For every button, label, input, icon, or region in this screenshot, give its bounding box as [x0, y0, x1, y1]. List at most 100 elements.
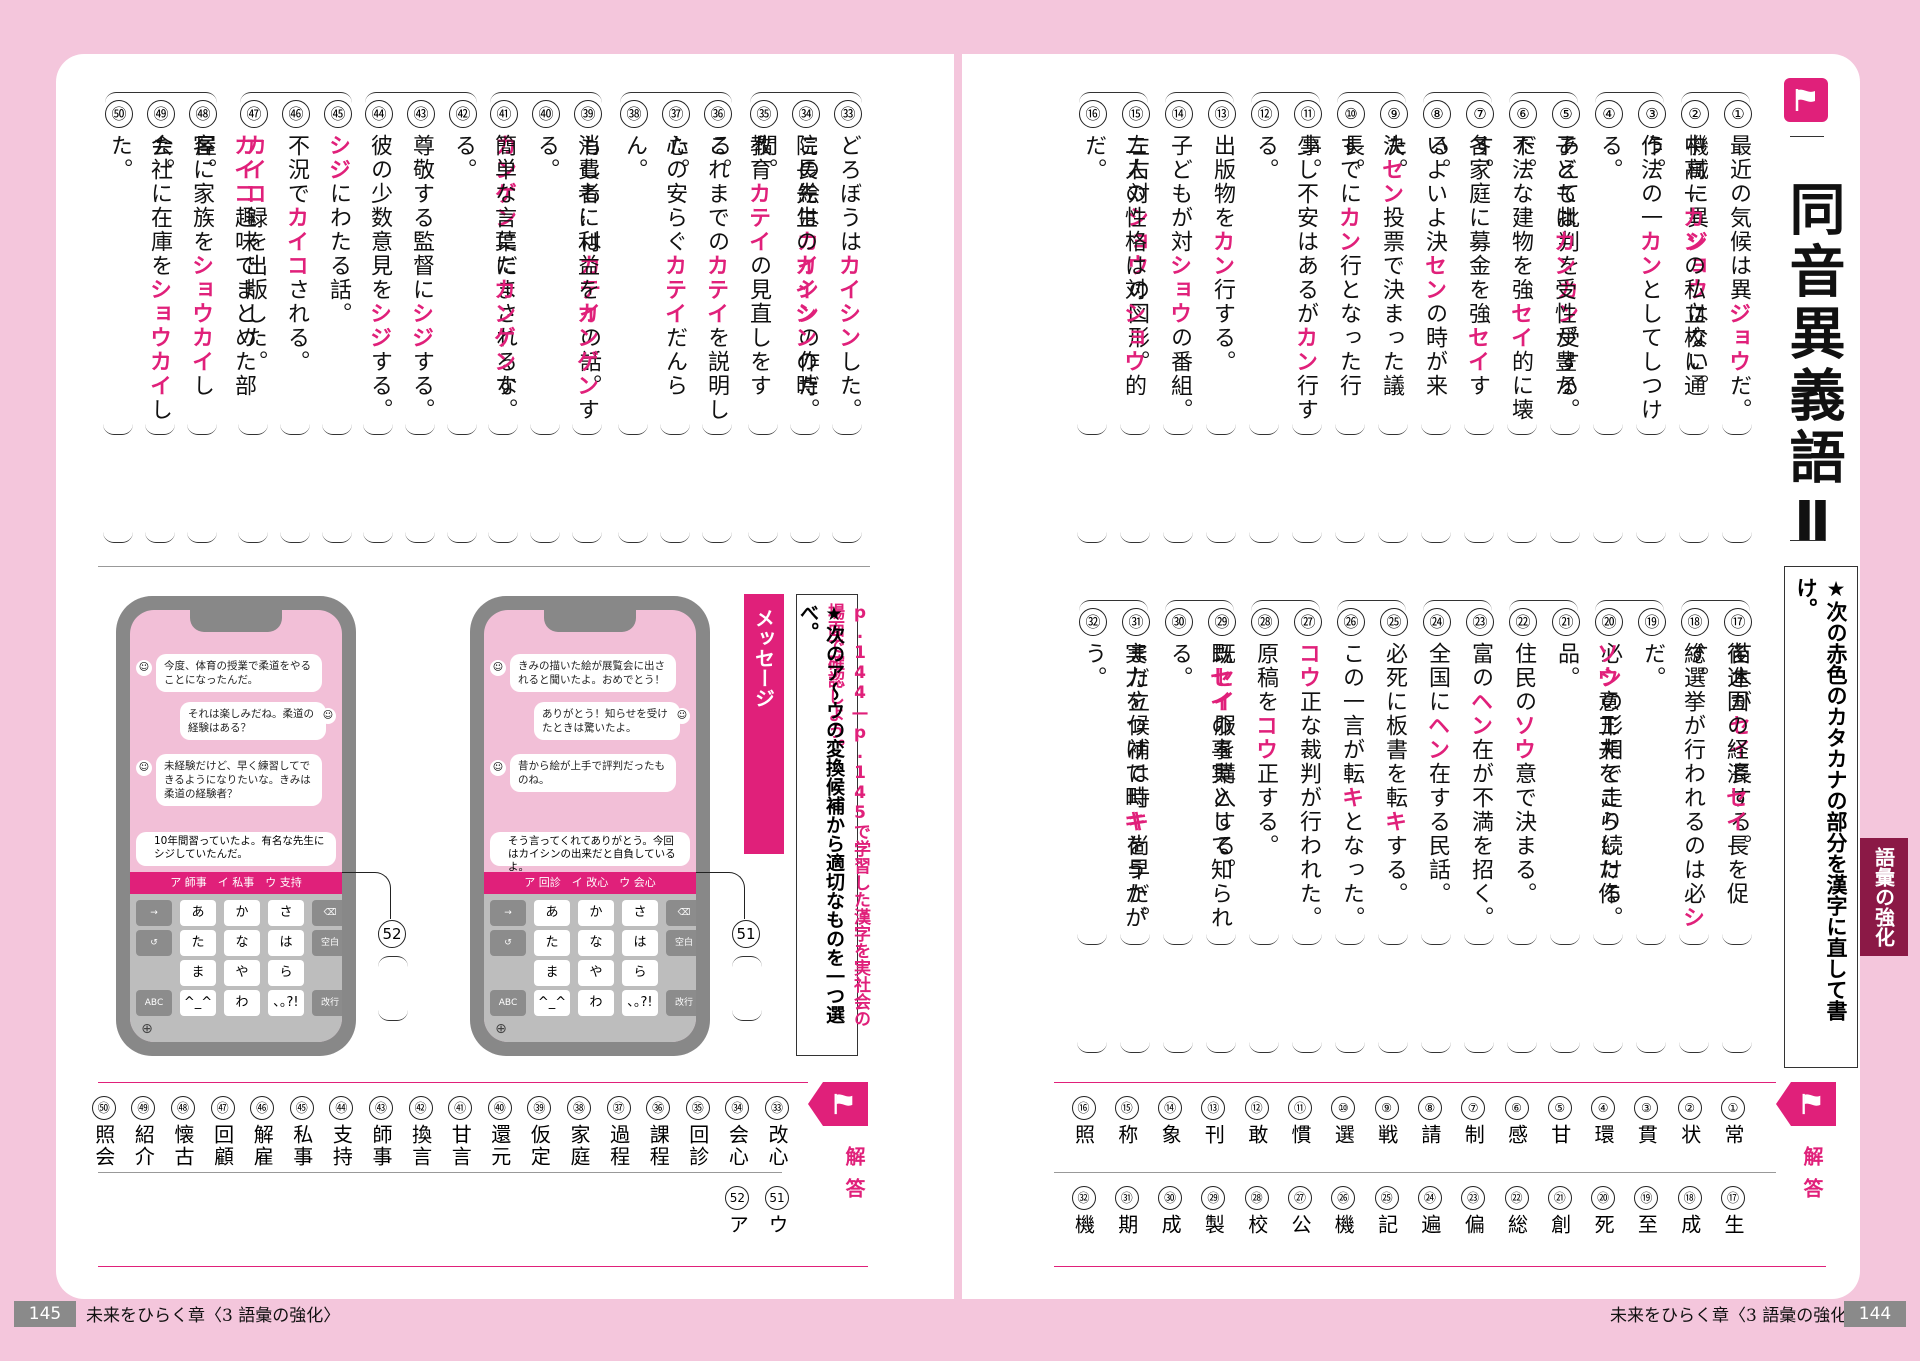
question-number: ⑳ — [1595, 608, 1623, 636]
answer: ㉚成 — [1151, 1186, 1189, 1236]
keyboard-key[interactable]: た — [180, 930, 216, 956]
keyboard-key[interactable]: あ — [180, 900, 216, 926]
message-input[interactable]: 10年間習っていたよ。有名な先生にシジしていたんだ。 — [136, 832, 336, 866]
answer-number: ㊱ — [646, 1096, 671, 1120]
keyboard-key[interactable]: ら — [268, 960, 304, 986]
keyboard-key[interactable]: 改行 — [312, 990, 342, 1016]
book-spread: 同音異義語Ⅱ ★次の赤色のカタカナの部分を漢字に直して書け。 語彙の強化 ① 最近… — [0, 0, 1920, 1361]
keyboard-key[interactable]: → — [136, 900, 172, 926]
keyboard-key[interactable]: ま — [534, 960, 570, 986]
keyboard-key[interactable]: ま — [180, 960, 216, 986]
answer-word: 換言 — [408, 1124, 433, 1168]
question-sentence: どろぼうはカイシンした。 — [835, 134, 861, 422]
keyboard-key[interactable]: さ — [268, 900, 304, 926]
answer-number: ⑨ — [1374, 1096, 1399, 1120]
keyboard-key[interactable]: は — [268, 930, 304, 956]
question-number: ⑲ — [1638, 608, 1666, 636]
katakana-target: カン — [1209, 230, 1235, 278]
keyboard-key[interactable]: 空白 — [666, 930, 696, 956]
question-number: ⑩ — [1337, 100, 1365, 128]
keyboard-key[interactable]: は — [622, 930, 658, 956]
question-sentence: 会社に在庫をショウカイした。 — [107, 134, 172, 422]
keyboard-key[interactable]: な — [224, 930, 260, 956]
answer-number: ⑬ — [1201, 1096, 1226, 1120]
answer-number: ㉚ — [1158, 1186, 1183, 1210]
keyboard-key[interactable]: ABC — [136, 990, 172, 1016]
message-input[interactable]: そう言ってくれてありがとう。今回はカイシンの出来だと自負しているよ。 — [490, 832, 690, 873]
katakana-target: セイ — [1464, 326, 1490, 374]
answer: ㉗公 — [1281, 1186, 1319, 1236]
katakana-target: ショウ — [1166, 254, 1192, 326]
keyboard-key[interactable]: ､｡?! — [622, 990, 658, 1016]
answer-word: 会心 — [725, 1124, 750, 1168]
keyboard-key[interactable]: ⊕ — [490, 1020, 512, 1038]
answer-word: 懐古 — [171, 1124, 195, 1168]
question-number: ㉓ — [1466, 608, 1494, 636]
face-icon: ☺ — [490, 660, 506, 676]
answer: ⑯照 — [1065, 1096, 1103, 1146]
face-icon: ☺ — [136, 760, 152, 776]
keyboard-key[interactable]: → — [490, 900, 526, 926]
keyboard-key[interactable]: ↺ — [490, 930, 526, 956]
katakana-target: カンゲン — [490, 278, 516, 374]
answer-blank[interactable] — [378, 956, 408, 967]
keyboard-key[interactable]: 空白 — [312, 930, 342, 956]
keyboard-key[interactable]: ら — [622, 960, 658, 986]
keyboard-key[interactable]: か — [224, 900, 260, 926]
question-number: ③ — [1638, 100, 1666, 128]
keyboard-key[interactable]: さ — [622, 900, 658, 926]
question-sentence: 住民のソウ意で決まる。 — [1510, 642, 1536, 906]
katakana-target: カンゲン — [573, 302, 599, 398]
katakana-target: キ — [1381, 810, 1407, 834]
answer-word: 製 — [1201, 1214, 1226, 1236]
answer-word: 支持 — [329, 1124, 354, 1168]
keyboard-key[interactable]: 改行 — [666, 990, 696, 1016]
keyboard-key[interactable]: ⌫ — [312, 900, 342, 926]
keyboard-key[interactable]: な — [578, 930, 614, 956]
page-title: 同音異義語Ⅱ — [1780, 180, 1845, 561]
answer-word: 校 — [1244, 1214, 1269, 1236]
keyboard-key[interactable]: あ — [534, 900, 570, 926]
keyboard-key[interactable]: わ — [578, 990, 614, 1016]
answer-rule-bottom-left — [98, 1266, 868, 1267]
question-sentence: 富のヘン在が不満を招く。 — [1467, 642, 1493, 930]
answer-word: 請 — [1417, 1124, 1442, 1146]
conversion-candidates[interactable]: ア 師事 イ 私事 ウ 支持 — [130, 872, 342, 894]
keyboard-key[interactable]: ⊕ — [136, 1020, 158, 1038]
keyboard-key[interactable]: ^_^ — [180, 990, 216, 1016]
answer-word: 家庭 — [567, 1124, 591, 1168]
question-sentence: 子どもが対ショウの番組。 — [1166, 134, 1192, 422]
katakana-target: カン — [1335, 206, 1361, 254]
keyboard-key[interactable]: わ — [224, 990, 260, 1016]
keyboard-key[interactable]: ､｡?! — [268, 990, 304, 1016]
conversion-candidates[interactable]: ア 回診 イ 改心 ウ 会心 — [484, 872, 696, 894]
answer: ㉟回診 — [679, 1096, 717, 1168]
answer-number: ⑧ — [1417, 1096, 1442, 1120]
keyboard-key[interactable]: か — [578, 900, 614, 926]
chat-bubble: ありがとう！知らせを受けたときは驚いたよ。 — [534, 702, 680, 740]
katakana-target: カン — [1292, 326, 1318, 374]
keyboard-key[interactable]: ABC — [490, 990, 526, 1016]
answer: ⑬刊 — [1194, 1096, 1232, 1146]
question-sentence: 作法の一カンとしてしつける。 — [1597, 134, 1662, 422]
keyboard-key[interactable]: ⌫ — [666, 900, 696, 926]
katakana-target: カテイ — [661, 254, 687, 326]
keyboard-key[interactable]: た — [534, 930, 570, 956]
answer-word: 環 — [1591, 1124, 1616, 1146]
keyboard-key[interactable]: ↺ — [136, 930, 172, 956]
answer: ⑱成 — [1671, 1186, 1709, 1236]
answer: ㉙製 — [1194, 1186, 1232, 1236]
answer: ⑦制 — [1454, 1096, 1492, 1146]
answer: ⑳死 — [1584, 1186, 1622, 1236]
question-number: ㊵ — [532, 100, 560, 128]
keyboard-key[interactable]: や — [224, 960, 260, 986]
katakana-target: セイ — [1206, 666, 1232, 714]
answer-blank[interactable] — [732, 956, 762, 967]
keyboard-key[interactable]: や — [578, 960, 614, 986]
question-number: ㉔ — [1423, 608, 1451, 636]
katakana-target: セン — [1421, 254, 1447, 302]
question-sentence: 原稿をコウ正する。 — [1252, 642, 1278, 858]
answer-number: ㊳ — [567, 1096, 591, 1120]
answer: ㊾紹介 — [124, 1096, 162, 1168]
keyboard-key[interactable]: ^_^ — [534, 990, 570, 1016]
